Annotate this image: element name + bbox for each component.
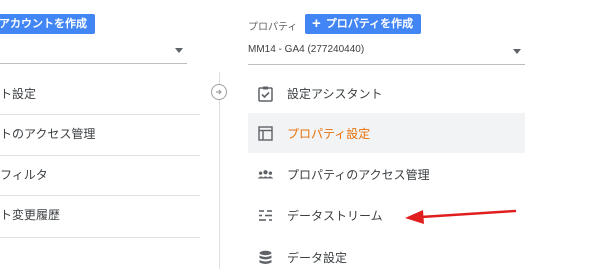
account-settings-item[interactable]: ト設定 [0, 74, 200, 114]
link-arrow-icon [211, 84, 227, 100]
red-arrow-annotation [405, 209, 517, 224]
create-property-button[interactable]: + プロパティを作成 [305, 14, 422, 34]
property-settings-item[interactable]: プロパティ設定 [248, 113, 525, 153]
column-divider [219, 72, 220, 269]
data-settings-label: データ設定 [287, 250, 348, 265]
account-change-history-label: ト変更履歴 [0, 208, 61, 222]
create-account-button[interactable]: アカウントを作成 [0, 14, 95, 34]
data-settings-item[interactable]: データ設定 [248, 237, 525, 277]
account-settings-label: ト設定 [0, 87, 37, 101]
people-icon [257, 166, 274, 183]
checklist-icon [257, 85, 274, 102]
property-access-management-item[interactable]: プロパティのアクセス管理 [248, 154, 525, 194]
property-dropdown-caret-icon[interactable] [513, 49, 521, 54]
property-selector-value[interactable]: MM14 - GA4 (277240440) [248, 44, 364, 55]
database-icon [257, 249, 274, 266]
account-change-history-item[interactable]: ト変更履歴 [0, 195, 200, 235]
account-dropdown-caret-icon[interactable] [175, 48, 183, 53]
data-streams-icon [257, 207, 274, 224]
property-settings-label: プロパティ設定 [287, 126, 371, 141]
setup-assistant-label: 設定アシスタント [287, 86, 383, 101]
property-access-management-label: プロパティのアクセス管理 [287, 167, 430, 182]
layout-icon [257, 125, 274, 142]
account-access-management-item[interactable]: トのアクセス管理 [0, 114, 200, 154]
create-property-label: プロパティを作成 [325, 18, 414, 30]
all-filters-item[interactable]: フィルタ [0, 155, 200, 195]
property-selector[interactable] [248, 64, 525, 65]
create-account-label: アカウントを作成 [0, 18, 87, 30]
plus-icon: + [312, 15, 321, 32]
divider [0, 237, 200, 238]
setup-assistant-item[interactable]: 設定アシスタント [248, 73, 525, 113]
property-section-label: プロパティ [248, 22, 298, 33]
account-access-management-label: トのアクセス管理 [0, 127, 96, 141]
account-selector[interactable] [0, 63, 187, 64]
all-filters-label: フィルタ [0, 168, 48, 182]
data-streams-label: データストリーム [287, 208, 383, 223]
